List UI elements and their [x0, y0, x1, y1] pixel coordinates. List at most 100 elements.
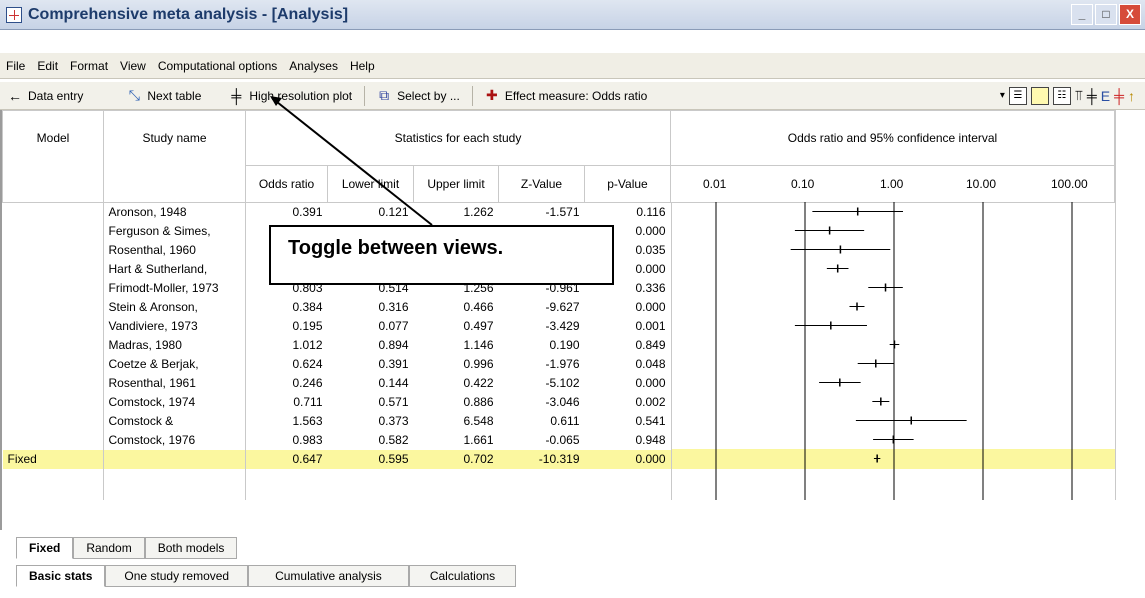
z-value-cell: 0.611 [550, 414, 580, 428]
highlight-icon[interactable] [1030, 86, 1049, 105]
study-name-cell: Hart & Sutherland, [108, 262, 208, 276]
high-res-plot-button[interactable]: ╪ High resolution plot [221, 82, 360, 110]
restore-button[interactable]: □ [1095, 4, 1117, 25]
fixed-band [671, 449, 1115, 468]
model-tabs: Fixed Random Both models [16, 537, 238, 559]
toolbar-icons: ▾ ☰ ☷ ⫪ ╪ E ╪ ↑ [1000, 86, 1145, 105]
analysis-grid: Model Study name Statistics for each stu… [0, 110, 1145, 530]
menu-view[interactable]: View [120, 59, 146, 73]
callout-box: Toggle between views. [269, 225, 614, 285]
select-by-button[interactable]: ⧉ Select by ... [369, 82, 468, 110]
study-name-cell: Madras, 1980 [108, 338, 182, 352]
col-upper-limit[interactable]: Upper limit [413, 165, 499, 203]
tab-cumulative-analysis[interactable]: Cumulative analysis [248, 565, 409, 587]
cycle-arrows-icon: ⤡ [128, 87, 140, 103]
odds-ratio-cell: 1.012 [292, 338, 323, 352]
study-name-cell: Vandiviere, 1973 [108, 319, 198, 333]
upper-limit-cell: 1.146 [463, 338, 494, 352]
menu-help[interactable]: Help [350, 59, 375, 73]
col-z-value[interactable]: Z-Value [498, 165, 585, 203]
header-statistics: Statistics for each study [245, 110, 671, 166]
model-cell [3, 431, 104, 450]
dropdown-arrow-icon[interactable]: ▾ [1000, 90, 1005, 101]
forest-plot-icon[interactable]: ╪ [1087, 88, 1097, 104]
menu-analyses[interactable]: Analyses [289, 59, 338, 73]
odds-ratio-cell: 1.563 [292, 414, 323, 428]
p-value-cell: 0.116 [636, 205, 666, 220]
menu-format[interactable]: Format [70, 59, 108, 73]
z-value-cell: -0.065 [545, 433, 580, 447]
decimals-icon[interactable]: ⫪ [1075, 87, 1083, 104]
odds-ratio-cell: 0.711 [293, 395, 323, 409]
p-value-cell: 0.002 [635, 395, 666, 409]
high-res-plot-label: High resolution plot [249, 88, 353, 103]
upper-limit-cell: 0.466 [463, 300, 494, 314]
app-icon [6, 6, 22, 23]
header-model: Model [2, 110, 104, 166]
p-value-cell: 0.001 [635, 319, 666, 333]
left-bracket-icon[interactable]: E [1101, 88, 1110, 104]
upper-limit-cell: 1.661 [463, 433, 494, 447]
data-entry-label: Data entry [28, 88, 84, 103]
forest-plot [671, 202, 1115, 500]
upper-limit-cell: 0.996 [463, 357, 494, 371]
axis-tick-label: 0.10 [791, 177, 815, 191]
menu-bar: File Edit Format View Computational opti… [0, 53, 1145, 79]
columns-icon[interactable]: ☷ [1052, 86, 1071, 105]
red-plot-icon[interactable]: ╪ [1114, 88, 1124, 104]
p-value-cell: 0.849 [635, 338, 666, 352]
lower-limit-cell: 0.595 [327, 449, 414, 469]
model-cell [3, 336, 104, 355]
tab-fixed[interactable]: Fixed [16, 537, 74, 559]
p-value-cell: 0.948 [635, 433, 666, 447]
tab-calculations[interactable]: Calculations [408, 565, 517, 587]
minimize-button[interactable]: _ [1071, 4, 1093, 25]
upper-limit-cell: 0.702 [413, 449, 499, 469]
col-lower-limit[interactable]: Lower limit [327, 165, 414, 203]
help-pointer-icon[interactable]: ↑ [1128, 88, 1135, 104]
effect-measure-button[interactable]: ✚ Effect measure: Odds ratio [477, 82, 656, 110]
lower-limit-cell: 0.582 [378, 433, 409, 447]
col-odds-ratio[interactable]: Odds ratio [245, 165, 328, 203]
odds-ratio-cell: 0.384 [292, 300, 323, 314]
z-value-cell: -1.571 [545, 205, 580, 220]
model-cell [3, 374, 104, 393]
toolbar-separator [471, 85, 473, 106]
tab-one-study-removed[interactable]: One study removed [105, 565, 249, 587]
col-p-value[interactable]: p-Value [584, 165, 671, 203]
study-name-cell: Comstock, 1976 [108, 433, 196, 447]
model-cell [3, 222, 104, 241]
p-value-cell: 0.000 [635, 300, 666, 314]
p-value-cell: 0.000 [584, 449, 671, 469]
axis-tick-label: 1.00 [880, 177, 904, 191]
close-button[interactable]: X [1119, 4, 1141, 25]
model-cell [3, 393, 104, 412]
tab-random[interactable]: Random [73, 537, 145, 559]
model-cell [3, 412, 104, 431]
menu-file[interactable]: File [6, 59, 25, 73]
lower-limit-cell: 0.571 [378, 395, 409, 409]
z-value-cell: -9.627 [545, 300, 580, 314]
menu-edit[interactable]: Edit [37, 59, 58, 73]
study-name-cell: Comstock, 1974 [108, 395, 196, 409]
model-cell [3, 260, 104, 279]
z-value-cell: -1.976 [545, 357, 580, 371]
data-entry-button[interactable]: ← Data entry [0, 82, 91, 110]
header-study-name: Study name [103, 110, 246, 166]
model-cell [3, 279, 104, 298]
next-table-button[interactable]: ⤡ Next table [119, 82, 209, 110]
lower-limit-cell: 0.144 [378, 376, 409, 390]
study-name-cell [103, 449, 246, 469]
lower-limit-cell: 0.373 [378, 414, 409, 428]
upper-limit-cell: 0.497 [463, 319, 494, 333]
tab-both-models[interactable]: Both models [144, 537, 238, 559]
lower-limit-cell: 0.316 [378, 300, 409, 314]
lower-limit-cell: 0.077 [378, 319, 409, 333]
study-name-cell: Stein & Aronson, [108, 300, 198, 314]
title-bar: Comprehensive meta analysis - [Analysis]… [0, 0, 1145, 30]
axis-tick-label: 0.01 [703, 177, 727, 191]
odds-ratio-cell: 0.647 [245, 449, 328, 469]
list-view-icon[interactable]: ☰ [1008, 86, 1027, 105]
tab-basic-stats[interactable]: Basic stats [16, 565, 106, 587]
menu-computational-options[interactable]: Computational options [158, 59, 277, 73]
